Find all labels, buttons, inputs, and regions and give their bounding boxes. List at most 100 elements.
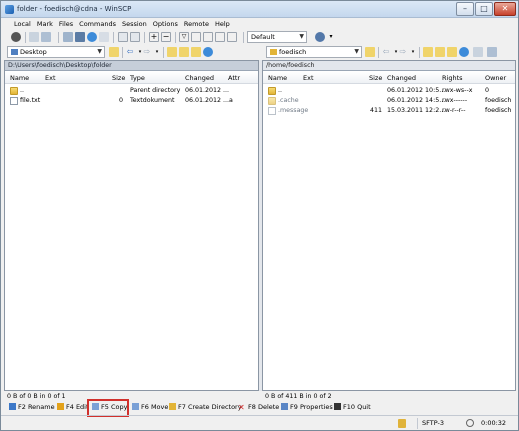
left-column-header: Name Ext Size Type Changed Attr [5,72,258,84]
menu-bar: Local Mark Files Commands Session Option… [1,18,518,30]
remote-row-message[interactable]: .message 411 15.03.2011 12:2... rw-r--r-… [263,106,515,116]
transfer-settings-dropdown[interactable]: Default ▼ [247,31,307,43]
home-directory-icon[interactable] [447,47,457,57]
root-directory-icon[interactable] [435,47,445,57]
left-path[interactable]: D:\Users\foedisch\Desktop\folder [5,61,258,71]
home-directory-icon[interactable] [191,47,201,57]
parent-directory-icon[interactable] [167,47,177,57]
winscp-window: folder - foedisch@cdna - WinSCP – □ ✕ Lo… [0,0,519,431]
column-name[interactable]: Name [10,74,29,82]
column-changed[interactable]: Changed [185,74,214,82]
tree-icon[interactable] [487,47,497,57]
left-refresh-icon[interactable] [203,47,213,57]
column-ext[interactable]: Ext [303,74,314,82]
keep-up-to-date-icon[interactable] [130,32,140,42]
refresh-icon[interactable] [87,32,97,42]
right-file-panel[interactable]: /home/foedisch Name Ext Size Changed Rig… [262,60,516,391]
queue-icon[interactable] [63,32,73,42]
lock-icon [398,419,406,428]
file-size: 411 [370,107,383,114]
menu-local[interactable]: Local [11,18,34,30]
menu-mark[interactable]: Mark [34,18,56,30]
open-directory-icon[interactable] [365,47,375,57]
session-dropdown-icon[interactable]: ▾ [326,32,336,42]
putty-icon[interactable] [99,32,109,42]
edit-icon [57,403,64,410]
f9-properties-button[interactable]: F9 Properties [281,402,333,413]
left-file-panel[interactable]: D:\Users\foedisch\Desktop\folder Name Ex… [4,60,259,391]
column-size[interactable]: Size [112,74,125,82]
file-changed: 06.01.2012 ... [185,87,230,94]
forward-dropdown-icon[interactable]: ▾ [152,47,162,57]
column-owner[interactable]: Owner [485,74,506,82]
new-folder-icon [169,403,176,410]
column-name[interactable]: Name [268,74,287,82]
close-button[interactable]: ✕ [494,2,516,16]
menu-session[interactable]: Session [119,18,150,30]
column-ext[interactable]: Ext [45,74,56,82]
remote-row-parent[interactable]: .. 06.01.2012 10:5... rwx-ws--x 0 [263,86,515,96]
file-name: .message [278,107,309,114]
preferences-gear-icon[interactable] [11,32,21,42]
file-row-file-txt[interactable]: file.txt 0 Textdokument 06.01.2012 ... a [5,96,258,106]
f8-delete-button[interactable]: ✕ F8 Delete [238,402,279,413]
add-bookmark-icon[interactable]: + [149,32,159,42]
find-icon[interactable] [473,47,483,57]
forward-arrow-icon[interactable]: ⇨ [398,47,408,57]
column-size[interactable]: Size [369,74,382,82]
menu-help[interactable]: Help [212,18,233,30]
file-name: file.txt [20,97,41,104]
remove-bookmark-icon[interactable]: − [161,32,171,42]
minimize-button[interactable]: – [456,2,474,16]
right-refresh-icon[interactable] [459,47,469,57]
back-arrow-icon[interactable]: ⇦ [125,47,135,57]
layout-icon[interactable] [227,32,237,42]
column-type[interactable]: Type [130,74,145,82]
columns-icon[interactable] [215,32,225,42]
text-file-icon [10,97,18,105]
f2-rename-button[interactable]: F2 Rename [9,402,55,413]
f10-label: F10 Quit [343,403,371,411]
file-changed: 06.01.2012 10:5... [387,87,446,94]
compare-directories-icon[interactable] [29,32,39,42]
column-changed[interactable]: Changed [387,74,416,82]
file-changed: 06.01.2012 ... [185,97,230,104]
f6-move-button[interactable]: F6 Move [132,402,168,413]
right-path[interactable]: /home/foedisch [263,61,515,71]
move-icon [132,403,139,410]
file-rights: rw-r--r-- [442,107,466,114]
column-attr[interactable]: Attr [228,74,240,82]
view-icon[interactable] [203,32,213,42]
file-row-parent[interactable]: .. Parent directory 06.01.2012 ... [5,86,258,96]
console-icon[interactable] [75,32,85,42]
remote-row-cache[interactable]: .cache 06.01.2012 14:5... rwx------ foed… [263,96,515,106]
back-arrow-icon[interactable]: ⇦ [381,47,391,57]
left-drive-dropdown[interactable]: Desktop ▼ [7,46,105,58]
f4-label: F4 Edit [66,403,89,411]
hidden-folder-icon [268,97,276,105]
menu-options[interactable]: Options [150,18,181,30]
column-rights[interactable]: Rights [442,74,463,82]
sort-icon[interactable] [191,32,201,42]
f10-quit-button[interactable]: F10 Quit [334,402,371,413]
menu-files[interactable]: Files [56,18,76,30]
find-files-icon[interactable] [118,32,128,42]
session-icon[interactable] [315,32,325,42]
quit-icon [334,403,341,410]
f6-label: F6 Move [141,403,169,411]
f4-edit-button[interactable]: F4 Edit [57,402,89,413]
open-directory-icon[interactable] [109,47,119,57]
synchronize-icon[interactable] [41,32,51,42]
parent-directory-icon[interactable] [423,47,433,57]
f7-create-directory-button[interactable]: F7 Create Directory [169,402,242,413]
filter-icon[interactable]: ▽ [179,32,189,42]
right-drive-dropdown[interactable]: foedisch ▼ [266,46,362,58]
maximize-button[interactable]: □ [475,2,493,16]
menu-remote[interactable]: Remote [181,18,212,30]
forward-dropdown-icon[interactable]: ▾ [408,47,418,57]
menu-commands[interactable]: Commands [76,18,119,30]
file-name: .cache [278,97,299,104]
forward-arrow-icon[interactable]: ⇨ [142,47,152,57]
root-directory-icon[interactable] [179,47,189,57]
folder-icon [270,49,277,55]
